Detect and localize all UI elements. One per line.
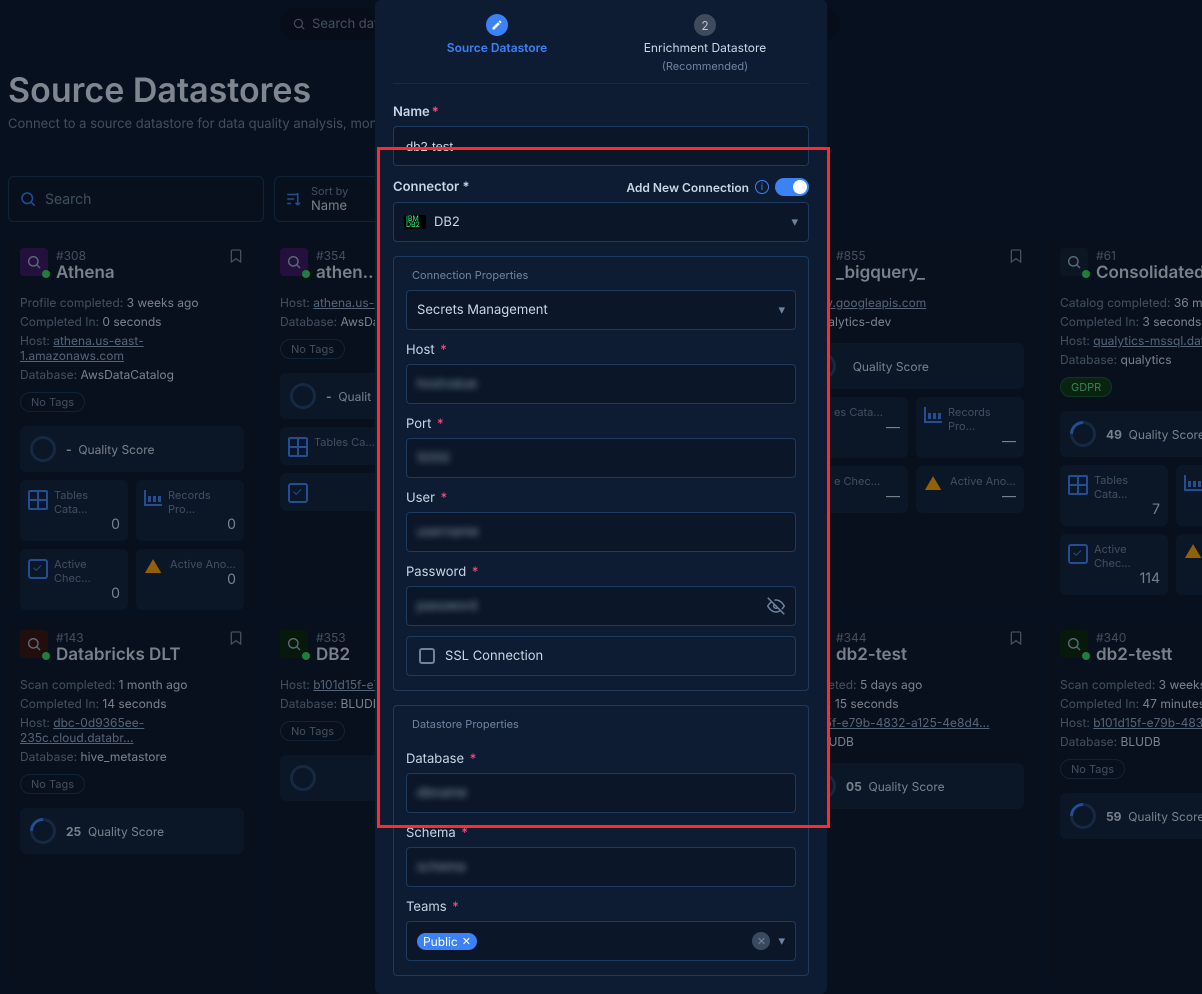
step-enrichment[interactable]: 2 Enrichment Datastore (Recommended) <box>601 14 809 73</box>
name-input-field[interactable] <box>404 138 798 155</box>
db2-icon: IBM DB2 <box>404 215 426 229</box>
host-input[interactable]: hostvalue <box>406 364 796 404</box>
add-connection-toggle[interactable] <box>775 178 809 196</box>
team-chip-label: Public <box>423 934 458 949</box>
connection-properties: Connection Properties Secrets Management… <box>393 256 809 691</box>
step-enrichment-label: Enrichment Datastore <box>644 40 767 55</box>
stepper: Source Datastore 2 Enrichment Datastore … <box>393 0 809 84</box>
secrets-select[interactable]: Secrets Management ▾ <box>406 290 796 330</box>
info-icon[interactable]: i <box>755 180 769 194</box>
eye-off-icon[interactable] <box>767 597 785 615</box>
database-label: Database * <box>406 751 796 767</box>
name-label: Name* <box>393 104 809 120</box>
modal-overlay: Source Datastore 2 Enrichment Datastore … <box>0 0 1202 828</box>
datastore-properties-legend: Datastore Properties <box>406 717 525 731</box>
password-input[interactable]: password <box>406 586 796 626</box>
database-input[interactable]: dbname <box>406 773 796 813</box>
teams-label: Teams * <box>406 899 796 915</box>
connector-value: DB2 <box>434 214 460 230</box>
host-label: Host * <box>406 342 796 358</box>
team-chip[interactable]: Public ✕ <box>417 933 477 950</box>
port-label: Port * <box>406 416 796 432</box>
chevron-down-icon: ▾ <box>778 302 785 318</box>
user-input[interactable]: username <box>406 512 796 552</box>
add-datastore-modal: Source Datastore 2 Enrichment Datastore … <box>375 0 827 994</box>
ssl-checkbox[interactable]: SSL Connection <box>406 636 796 676</box>
add-connection-label: Add New Connection <box>626 180 749 195</box>
step-source[interactable]: Source Datastore <box>393 14 601 73</box>
connector-select[interactable]: IBM DB2 DB2 ▾ <box>393 202 809 242</box>
schema-input[interactable]: schema <box>406 847 796 887</box>
teams-select[interactable]: Public ✕ ✕ ▾ <box>406 921 796 961</box>
step-enrichment-sublabel: (Recommended) <box>662 59 748 73</box>
step-number: 2 <box>694 14 716 36</box>
clear-icon[interactable]: ✕ <box>752 932 770 950</box>
user-label: User * <box>406 490 796 506</box>
name-input[interactable] <box>393 126 809 166</box>
close-icon[interactable]: ✕ <box>462 934 471 948</box>
password-label: Password * <box>406 564 796 580</box>
secrets-label: Secrets Management <box>417 302 548 318</box>
ssl-label: SSL Connection <box>445 648 543 664</box>
chevron-down-icon: ▾ <box>778 933 785 949</box>
checkbox-box <box>419 648 435 664</box>
chevron-down-icon: ▾ <box>791 214 798 230</box>
schema-label: Schema * <box>406 825 796 841</box>
port-input[interactable]: 5000 <box>406 438 796 478</box>
connector-label: Connector * <box>393 179 470 195</box>
connection-properties-legend: Connection Properties <box>406 268 534 282</box>
step-source-label: Source Datastore <box>447 40 547 55</box>
datastore-properties: Datastore Properties Database * dbname S… <box>393 705 809 976</box>
pencil-icon <box>486 14 508 36</box>
